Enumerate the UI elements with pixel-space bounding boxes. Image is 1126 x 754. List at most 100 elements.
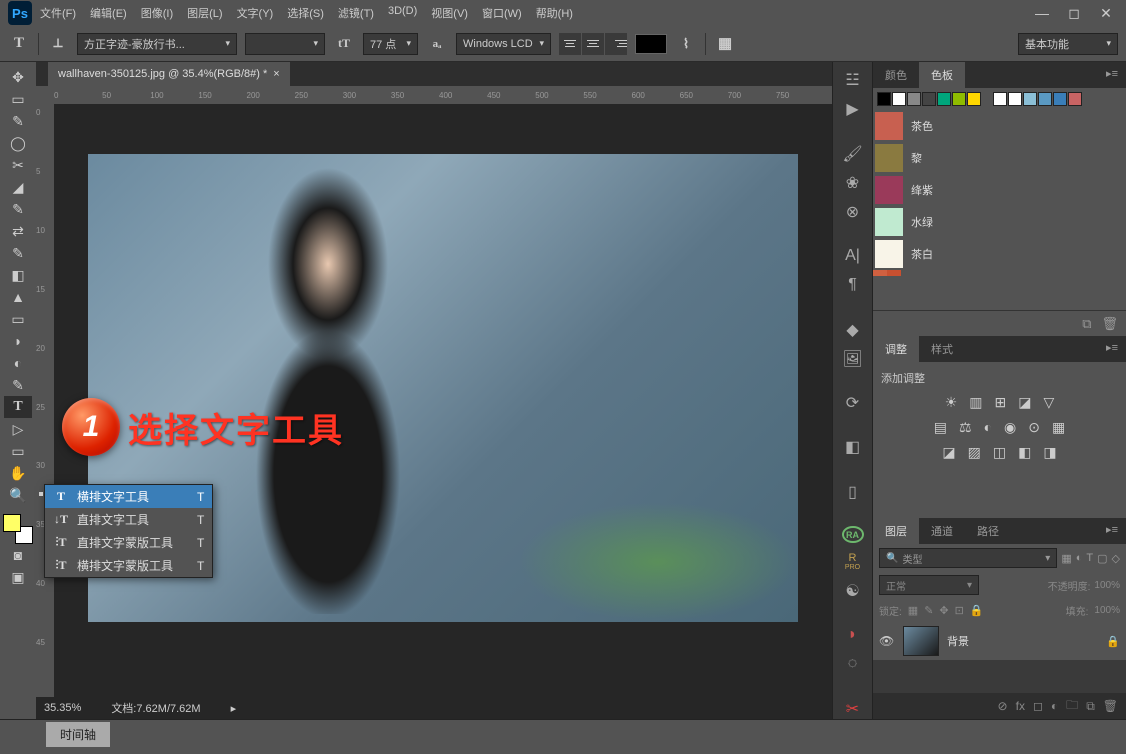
plugin-icon-2[interactable]: ◌	[839, 654, 867, 675]
close-button[interactable]: ✕	[1094, 5, 1118, 21]
filter-type-icon[interactable]: T	[1086, 552, 1093, 564]
levels-icon[interactable]: ▥	[969, 394, 982, 411]
type-tool[interactable]: T	[4, 396, 32, 418]
flyout-horizontal-mask-type[interactable]: ⫶T 横排文字蒙版工具 T	[45, 554, 212, 577]
document-info[interactable]: 文档:7.62M/7.62M	[111, 700, 200, 716]
close-icon[interactable]: ×	[273, 68, 279, 80]
character-panel-toggle[interactable]: ▦	[714, 33, 736, 55]
posterize-icon[interactable]: ▨	[968, 444, 981, 461]
new-adjustment-button[interactable]: ◐	[1051, 699, 1058, 713]
menu-layer[interactable]: 图层(L)	[187, 5, 222, 21]
maximize-button[interactable]: ◻	[1062, 5, 1086, 21]
move-tool[interactable]: ✥	[4, 66, 32, 88]
gradient-tool[interactable]: ▭	[4, 308, 32, 330]
menu-help[interactable]: 帮助(H)	[536, 5, 573, 21]
path-select-tool[interactable]: ▷	[4, 418, 32, 440]
flyout-vertical-type[interactable]: ↓T 直排文字工具 T	[45, 508, 212, 531]
tab-swatches[interactable]: 色板	[919, 62, 965, 88]
blur-tool[interactable]: ◗	[4, 330, 32, 352]
panel-menu-icon[interactable]: ▸≡	[1098, 336, 1126, 362]
menu-window[interactable]: 窗口(W)	[482, 5, 522, 21]
channel-mixer-icon[interactable]: ⊙	[1028, 419, 1040, 436]
menu-type[interactable]: 文字(Y)	[237, 5, 274, 21]
lock-paint-icon[interactable]: ✎	[924, 604, 933, 617]
swatch[interactable]	[922, 92, 936, 106]
link-layers-button[interactable]: ⊘	[998, 699, 1008, 713]
photo-filter-icon[interactable]: ◉	[1004, 419, 1016, 436]
ra-plugin-icon[interactable]: RA	[842, 526, 864, 543]
swatch[interactable]	[967, 92, 981, 106]
flyout-vertical-mask-type[interactable]: ⫶T 直排文字蒙版工具 T	[45, 531, 212, 554]
panel-menu-icon[interactable]: ▸≡	[1098, 518, 1126, 544]
swatch[interactable]	[1023, 92, 1037, 106]
curves-icon[interactable]: ⊞	[995, 394, 1007, 411]
timeline-tab[interactable]: 时间轴	[46, 722, 110, 747]
align-center-button[interactable]	[582, 33, 604, 55]
quick-mask-toggle[interactable]: ◙	[4, 544, 32, 566]
layer-row[interactable]: 👁 背景 🔒	[873, 622, 1126, 660]
brush-tool[interactable]: ⇄	[4, 220, 32, 242]
layer-thumbnail[interactable]	[903, 626, 939, 656]
refresh-icon[interactable]: ⟳	[839, 393, 867, 414]
hue-icon[interactable]: ▤	[934, 419, 947, 436]
history-panel-icon[interactable]: ☳	[839, 70, 867, 91]
device-icon[interactable]: ▯	[839, 481, 867, 502]
tab-color[interactable]: 颜色	[873, 62, 919, 88]
menu-file[interactable]: 文件(F)	[40, 5, 76, 21]
swatch[interactable]	[1053, 92, 1067, 106]
libraries-icon[interactable]: ◆	[839, 319, 867, 340]
text-orientation-toggle[interactable]: ⊥	[47, 33, 69, 55]
menu-image[interactable]: 图像(I)	[141, 5, 173, 21]
ruler-vertical[interactable]: 0 5 10 15 20 25 30 35 40 45	[36, 104, 54, 697]
color-picker[interactable]	[3, 514, 33, 544]
ruler-horizontal[interactable]: 0 50 100 150 200 250 300 350 400 450 500…	[36, 86, 832, 104]
paragraph-panel-icon[interactable]: ¶	[839, 275, 867, 296]
marquee-tool[interactable]: ▭	[4, 88, 32, 110]
text-color-swatch[interactable]	[635, 34, 667, 54]
swatch[interactable]	[892, 92, 906, 106]
swatch[interactable]	[1038, 92, 1052, 106]
screen-mode-toggle[interactable]: ▣	[4, 566, 32, 588]
shape-tool[interactable]: ▭	[4, 440, 32, 462]
swatch-row[interactable]: 黎	[873, 142, 1126, 174]
quick-select-tool[interactable]: ◯	[4, 132, 32, 154]
swatch[interactable]	[937, 92, 951, 106]
tab-adjustments[interactable]: 调整	[873, 336, 919, 362]
exposure-icon[interactable]: ◪	[1018, 394, 1031, 411]
layer-mask-button[interactable]: ◻	[1033, 699, 1043, 713]
layer-name[interactable]: 背景	[947, 633, 969, 649]
bw-icon[interactable]: ◐	[984, 419, 992, 436]
swatch-row[interactable]: 绛紫	[873, 174, 1126, 206]
delete-swatch-button[interactable]: 🗑	[1101, 316, 1118, 332]
healing-tool[interactable]: ✎	[4, 198, 32, 220]
swatch-row[interactable]: 茶色	[873, 110, 1126, 142]
panel-menu-icon[interactable]: ▸≡	[1098, 62, 1126, 88]
new-group-button[interactable]: 🗀	[1066, 696, 1078, 717]
rpro-plugin-icon[interactable]: RPRO	[839, 551, 867, 572]
swatch-list[interactable]: 茶色 黎 绛紫 水绿 茶白	[873, 110, 1126, 310]
swatch[interactable]	[952, 92, 966, 106]
layer-list[interactable]: 👁 背景 🔒	[873, 622, 1126, 693]
lock-position-icon[interactable]: ✥	[939, 604, 948, 617]
align-left-button[interactable]	[559, 33, 581, 55]
swatch[interactable]	[1008, 92, 1022, 106]
actions-panel-icon[interactable]: ▶	[839, 99, 867, 120]
menu-edit[interactable]: 编辑(E)	[90, 5, 127, 21]
brightness-icon[interactable]: ☀	[945, 394, 958, 411]
layer-style-button[interactable]: fx	[1016, 699, 1025, 713]
lock-artboard-icon[interactable]: ⊡	[955, 604, 964, 617]
warp-text-button[interactable]: ⌇	[675, 33, 697, 55]
menu-view[interactable]: 视图(V)	[431, 5, 468, 21]
tab-channels[interactable]: 通道	[919, 518, 965, 544]
lock-all-icon[interactable]: 🔒	[970, 604, 984, 617]
lock-icon[interactable]: 🔒	[1106, 635, 1120, 648]
pen-tool[interactable]: ✎	[4, 374, 32, 396]
font-family-dropdown[interactable]: 方正字迹-豪放行书... ▾	[77, 33, 237, 55]
menu-filter[interactable]: 滤镜(T)	[338, 5, 374, 21]
chevron-right-icon[interactable]: ▸	[231, 702, 237, 715]
lasso-tool[interactable]: ✎	[4, 110, 32, 132]
selective-color-icon[interactable]: ◨	[1043, 444, 1056, 461]
lock-pixels-icon[interactable]: ▦	[908, 604, 918, 617]
character-panel-icon[interactable]: A|	[839, 246, 867, 267]
opacity-value[interactable]: 100%	[1094, 580, 1120, 591]
